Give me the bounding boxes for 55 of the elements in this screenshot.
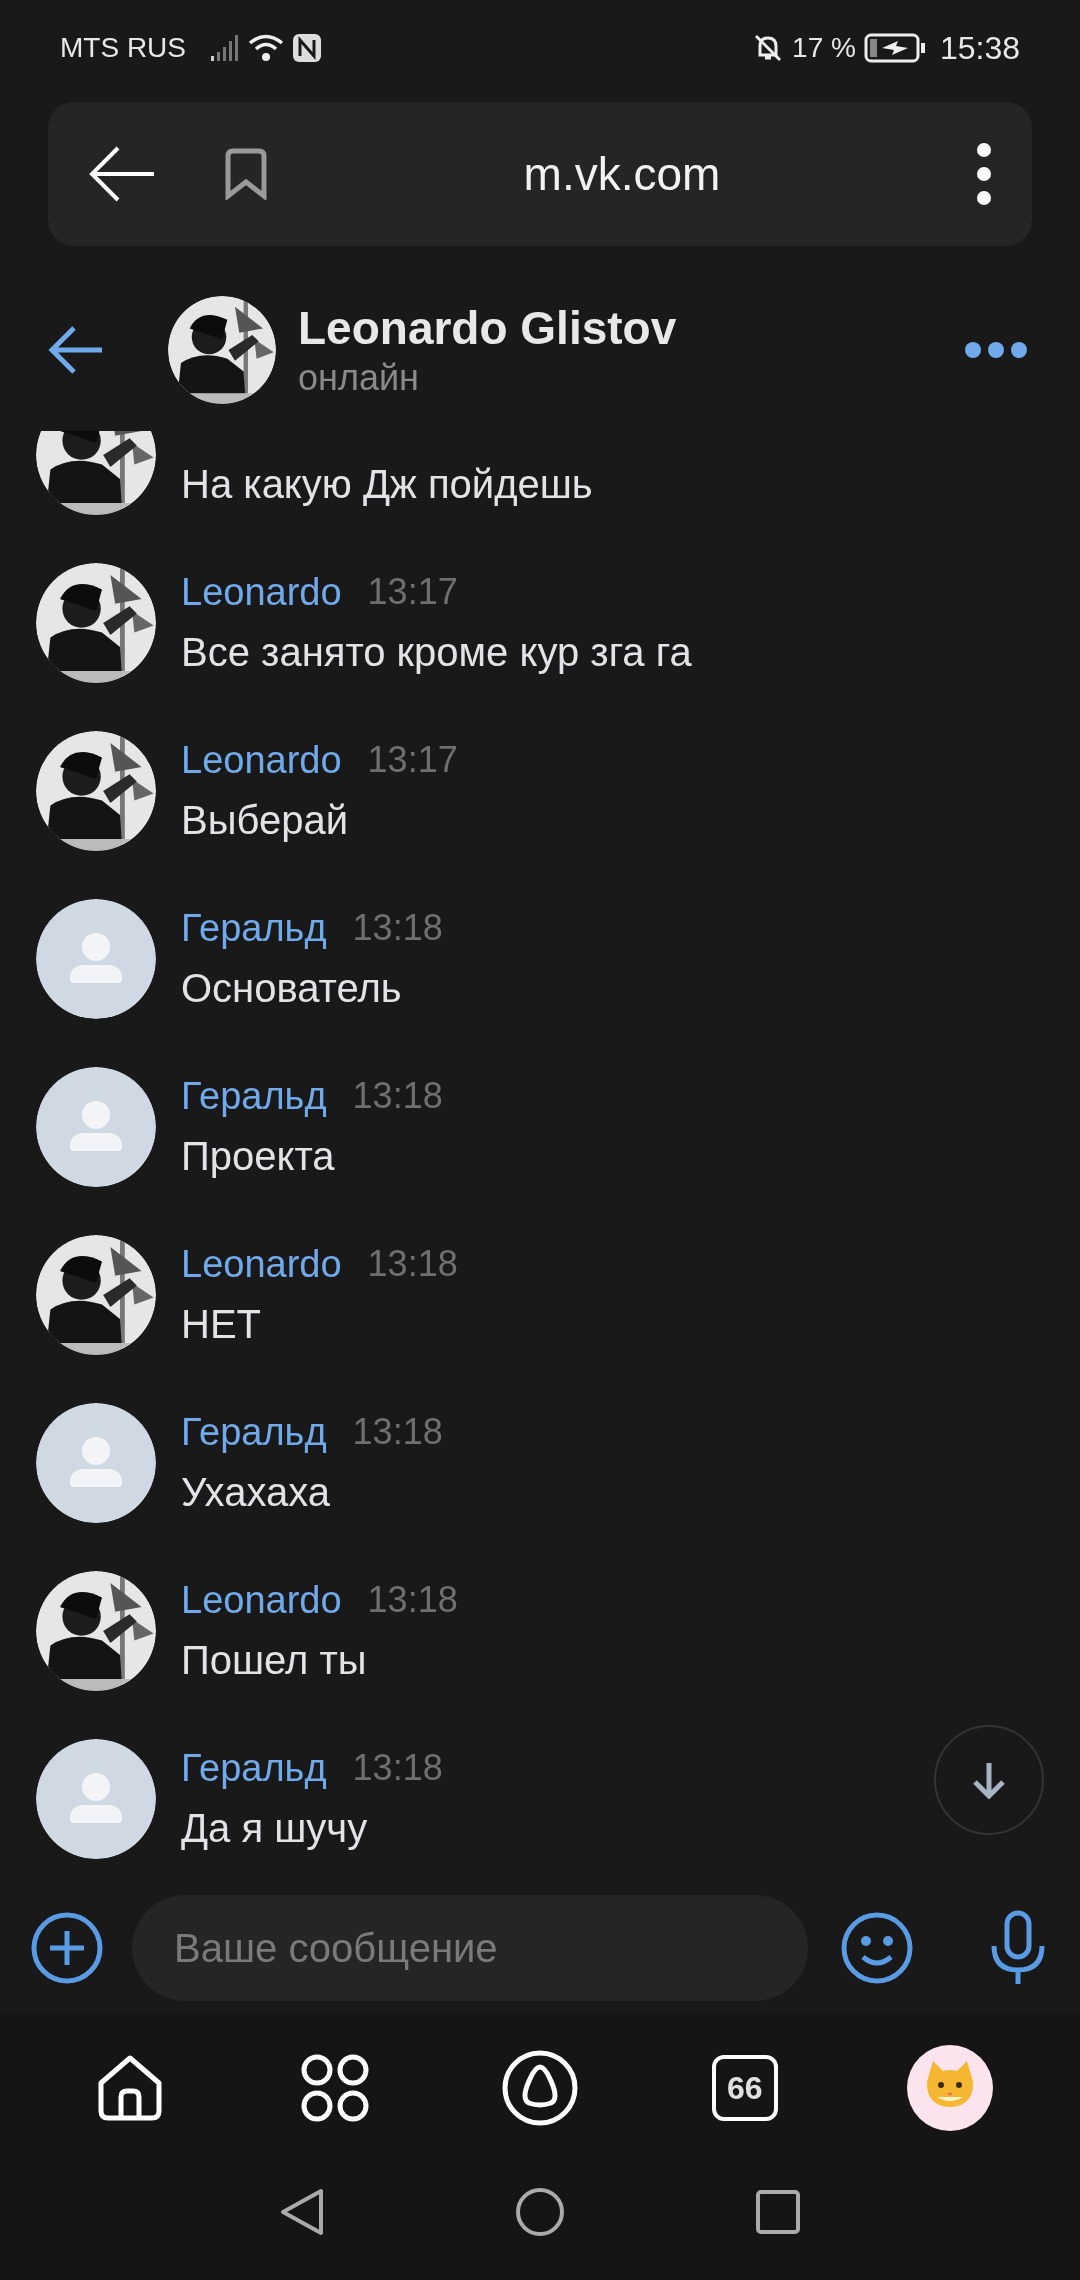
more-options-icon[interactable]	[964, 340, 1028, 359]
message-time: 13:18	[352, 1410, 443, 1454]
apps-grid-icon[interactable]	[300, 2053, 371, 2123]
contact-name: Leonardo Glistov	[298, 300, 678, 356]
down-arrow-icon	[972, 1761, 1006, 1799]
counter-tab[interactable]: 66	[711, 2055, 778, 2121]
nfc-icon	[292, 33, 322, 63]
message-text: Все занято кроме кур зга га	[181, 629, 692, 676]
message-time: 13:18	[352, 1746, 443, 1790]
message-text: Основатель	[181, 965, 403, 1012]
author-name[interactable]: Геральд	[181, 1739, 327, 1797]
menu-dots-icon[interactable]	[976, 142, 992, 206]
attach-plus-icon[interactable]	[30, 1911, 104, 1985]
message-time: 13:17	[367, 570, 458, 614]
author-name[interactable]: Геральд	[181, 1067, 327, 1125]
author-name[interactable]: Leonardo	[181, 1571, 342, 1629]
cat-avatar-icon[interactable]	[906, 2045, 993, 2131]
default-avatar-icon	[36, 1067, 156, 1187]
microphone-icon[interactable]	[990, 1910, 1046, 1986]
clock-time: 15:38	[939, 29, 1020, 68]
signal-icon	[210, 34, 238, 62]
author-name[interactable]: Геральд	[181, 1403, 327, 1461]
system-home-icon[interactable]	[515, 2186, 565, 2237]
bookmark-icon[interactable]	[224, 148, 268, 200]
message-text: Пошел ты	[181, 1637, 368, 1684]
message-text: На какую Дж пойдешь	[181, 461, 593, 508]
message-input-field[interactable]: Ваше сообщение	[132, 1895, 808, 2001]
author-name[interactable]: Leonardo	[181, 1235, 342, 1293]
system-back-icon[interactable]	[279, 2186, 325, 2237]
default-avatar-icon	[36, 1739, 156, 1859]
battery-charging-icon	[863, 32, 926, 64]
emoji-smile-icon[interactable]	[840, 1911, 914, 1985]
online-status: онлайн	[298, 355, 420, 400]
battery-percent: 17 %	[792, 31, 856, 65]
back-arrow-icon[interactable]	[48, 324, 104, 375]
message-time: 13:18	[367, 1578, 458, 1622]
default-avatar-icon	[36, 899, 156, 1019]
message-time: 13:18	[367, 1242, 458, 1286]
message-text: Выберай	[181, 797, 349, 844]
message-text: Ухахаха	[181, 1469, 331, 1516]
message-time: 13:17	[367, 738, 458, 782]
message-time: 13:18	[352, 906, 443, 950]
author-name[interactable]: Leonardo	[181, 563, 342, 621]
system-recents-icon[interactable]	[755, 2188, 801, 2235]
assistant-icon[interactable]	[501, 2049, 579, 2127]
message-time: 13:18	[352, 1074, 443, 1118]
message-text: Проекта	[181, 1133, 336, 1180]
message-text: Да я шучу	[181, 1805, 369, 1852]
url-text[interactable]: m.vk.com	[523, 139, 721, 209]
author-name[interactable]: Геральд	[181, 899, 327, 957]
carrier-name: MTS RUS	[60, 31, 186, 65]
author-name[interactable]: Leonardo	[181, 731, 342, 789]
message-text: НЕТ	[181, 1301, 262, 1348]
wifi-icon	[248, 33, 284, 63]
default-avatar-icon	[36, 1403, 156, 1523]
